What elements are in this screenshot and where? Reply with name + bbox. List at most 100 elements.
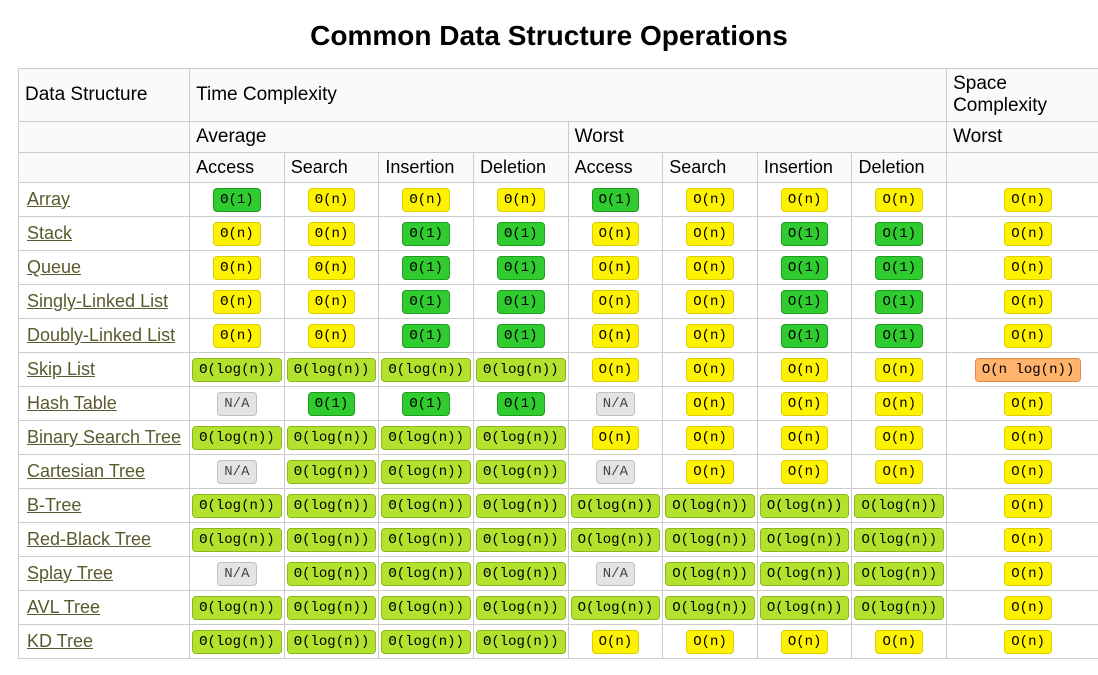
complexity-pill: Θ(n) xyxy=(308,222,356,246)
ds-link[interactable]: Hash Table xyxy=(27,393,117,413)
complexity-pill: Θ(log(n)) xyxy=(476,528,566,552)
ds-link[interactable]: Binary Search Tree xyxy=(27,427,181,447)
complexity-cell: O(n) xyxy=(663,319,758,353)
space-complexity-cell: O(n) xyxy=(947,387,1098,421)
ds-link[interactable]: Stack xyxy=(27,223,72,243)
ds-link[interactable]: B-Tree xyxy=(27,495,81,515)
space-complexity-cell: O(n log(n)) xyxy=(947,353,1098,387)
complexity-pill: N/A xyxy=(217,562,256,586)
complexity-cell: Θ(log(n)) xyxy=(473,591,568,625)
space-complexity-cell: O(n) xyxy=(947,625,1098,659)
complexity-pill: O(1) xyxy=(592,188,640,212)
ds-link[interactable]: Singly-Linked List xyxy=(27,291,168,311)
complexity-cell: O(n) xyxy=(568,285,663,319)
complexity-cell: O(n) xyxy=(663,251,758,285)
complexity-cell: O(log(n)) xyxy=(757,591,852,625)
complexity-cell: O(n) xyxy=(757,625,852,659)
ds-link[interactable]: Queue xyxy=(27,257,81,277)
complexity-cell: Θ(log(n)) xyxy=(473,489,568,523)
complexity-pill: Θ(log(n)) xyxy=(287,460,377,484)
ds-link[interactable]: Cartesian Tree xyxy=(27,461,145,481)
space-complexity-cell: O(n) xyxy=(947,421,1098,455)
complexity-pill: O(n) xyxy=(781,426,829,450)
header-blank-1 xyxy=(19,122,190,153)
space-complexity-cell: O(n) xyxy=(947,251,1098,285)
complexity-pill: Θ(log(n)) xyxy=(476,426,566,450)
complexity-cell: O(n) xyxy=(757,387,852,421)
complexity-pill: O(n) xyxy=(781,358,829,382)
complexity-cell: Θ(log(n)) xyxy=(473,557,568,591)
complexity-pill: N/A xyxy=(596,392,635,416)
complexity-cell: O(1) xyxy=(852,285,947,319)
complexity-pill: Θ(n) xyxy=(497,188,545,212)
complexity-pill: O(n) xyxy=(875,630,923,654)
table-row: Cartesian TreeN/AΘ(log(n))Θ(log(n))Θ(log… xyxy=(19,455,1098,489)
complexity-cell: Θ(n) xyxy=(190,251,285,285)
complexity-cell: Θ(1) xyxy=(473,251,568,285)
header-op-worst-insertion: Insertion xyxy=(757,153,852,183)
complexity-pill: Θ(1) xyxy=(497,256,545,280)
complexity-cell: Θ(log(n)) xyxy=(379,625,474,659)
complexity-cell: Θ(log(n)) xyxy=(379,591,474,625)
ds-name-cell: Stack xyxy=(19,217,190,251)
complexity-cell: Θ(1) xyxy=(379,217,474,251)
ds-link[interactable]: Doubly-Linked List xyxy=(27,325,175,345)
header-blank-3 xyxy=(947,153,1098,183)
complexity-pill: O(n) xyxy=(592,290,640,314)
header-op-avg-deletion: Deletion xyxy=(473,153,568,183)
complexity-cell: O(n) xyxy=(568,353,663,387)
complexity-cell: Θ(n) xyxy=(284,319,379,353)
complexity-cell: Θ(log(n)) xyxy=(379,523,474,557)
complexity-pill: Θ(1) xyxy=(402,290,450,314)
complexity-cell: Θ(n) xyxy=(284,251,379,285)
complexity-pill: Θ(log(n)) xyxy=(476,596,566,620)
complexity-cell: Θ(1) xyxy=(379,285,474,319)
ds-name-cell: AVL Tree xyxy=(19,591,190,625)
complexity-pill: O(n) xyxy=(592,630,640,654)
complexity-cell: Θ(1) xyxy=(379,319,474,353)
complexity-cell: N/A xyxy=(568,387,663,421)
complexity-pill: O(n) xyxy=(1004,630,1052,654)
complexity-pill: Θ(log(n)) xyxy=(476,562,566,586)
complexity-pill: O(1) xyxy=(781,290,829,314)
ds-link[interactable]: AVL Tree xyxy=(27,597,100,617)
complexity-pill: O(n) xyxy=(875,392,923,416)
ds-link[interactable]: Array xyxy=(27,189,70,209)
complexity-cell: O(n) xyxy=(757,183,852,217)
complexity-pill: O(n) xyxy=(592,426,640,450)
complexity-pill: Θ(1) xyxy=(497,222,545,246)
complexity-cell: O(n) xyxy=(663,217,758,251)
complexity-pill: Θ(log(n)) xyxy=(381,460,471,484)
complexity-pill: Θ(n) xyxy=(308,324,356,348)
space-complexity-cell: O(n) xyxy=(947,217,1098,251)
header-time-complexity: Time Complexity xyxy=(190,69,947,122)
ds-link[interactable]: Red-Black Tree xyxy=(27,529,151,549)
complexity-pill: Θ(log(n)) xyxy=(381,358,471,382)
complexity-cell: Θ(log(n)) xyxy=(284,353,379,387)
complexity-pill: O(log(n)) xyxy=(665,528,755,552)
complexity-cell: O(log(n)) xyxy=(663,557,758,591)
ds-link[interactable]: Splay Tree xyxy=(27,563,113,583)
complexity-pill: O(log(n)) xyxy=(665,562,755,586)
complexity-cell: Θ(n) xyxy=(190,285,285,319)
complexity-cell: N/A xyxy=(568,557,663,591)
complexity-cell: Θ(1) xyxy=(379,251,474,285)
complexity-pill: Θ(log(n)) xyxy=(192,358,282,382)
complexity-cell: Θ(n) xyxy=(284,217,379,251)
complexity-cell: Θ(n) xyxy=(379,183,474,217)
complexity-pill: N/A xyxy=(217,460,256,484)
complexity-cell: Θ(log(n)) xyxy=(473,421,568,455)
header-data-structure: Data Structure xyxy=(19,69,190,122)
complexity-cell: Θ(n) xyxy=(190,217,285,251)
complexity-cell: Θ(log(n)) xyxy=(284,523,379,557)
ds-name-cell: Array xyxy=(19,183,190,217)
complexity-pill: O(log(n)) xyxy=(854,596,944,620)
complexity-pill: O(log(n)) xyxy=(760,528,850,552)
complexity-pill: Θ(n) xyxy=(308,256,356,280)
complexity-pill: Θ(log(n)) xyxy=(381,528,471,552)
complexity-cell: Θ(1) xyxy=(284,387,379,421)
complexity-pill: O(n) xyxy=(781,630,829,654)
ds-link[interactable]: KD Tree xyxy=(27,631,93,651)
complexity-pill: Θ(log(n)) xyxy=(476,494,566,518)
ds-link[interactable]: Skip List xyxy=(27,359,95,379)
